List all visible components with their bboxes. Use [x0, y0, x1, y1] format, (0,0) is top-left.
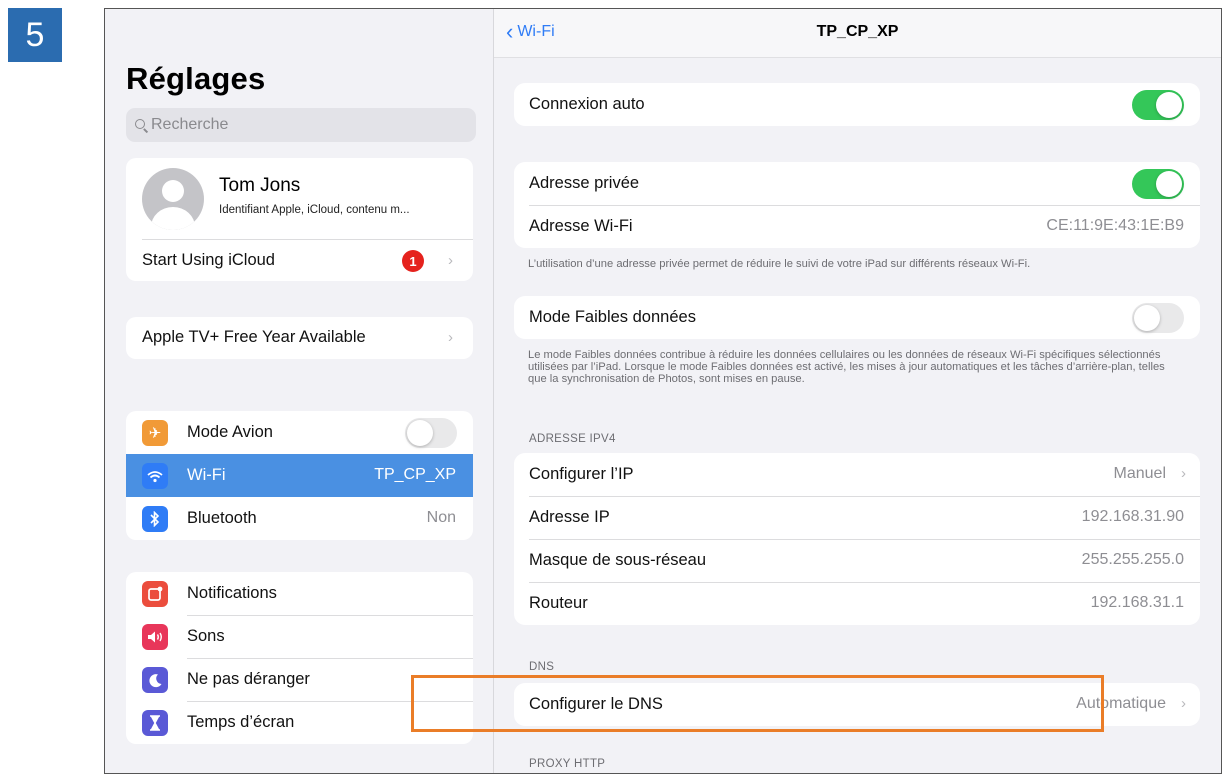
airplane-mode-toggle[interactable] [405, 418, 457, 448]
speaker-icon [142, 624, 168, 650]
moon-icon [142, 667, 168, 693]
private-address-note: L’utilisation d’une adresse privée perme… [528, 258, 1031, 270]
airplane-icon: ✈ [142, 420, 168, 446]
auto-join-card: Connexion auto [514, 83, 1200, 126]
low-data-note: Le mode Faibles données contribue à rédu… [528, 349, 1165, 385]
notifications-icon [142, 581, 168, 607]
subnet-mask-value: 255.255.255.0 [1081, 551, 1184, 568]
sidebar-item-sounds[interactable]: Sons [126, 615, 473, 658]
low-data-card: Mode Faibles données [514, 296, 1200, 339]
step-number-badge: 5 [8, 8, 62, 62]
settings-sidebar: Réglages Recherche Tom Jons Identifiant … [105, 9, 494, 773]
wifi-detail-pane: ‹ Wi-Fi TP_CP_XP Connexion auto Adresse … [494, 9, 1221, 773]
configure-dns-value: Automatique [1076, 695, 1166, 712]
private-address-label: Adresse privée [529, 174, 640, 192]
search-icon [135, 119, 147, 131]
apple-tv-promo-row[interactable]: Apple TV+ Free Year Available › [126, 317, 473, 359]
router-value: 192.168.31.1 [1090, 594, 1184, 611]
page-title: TP_CP_XP [816, 23, 899, 40]
start-icloud-row[interactable]: Start Using iCloud 1 › [126, 240, 473, 281]
dns-section-header: DNS [529, 661, 555, 673]
wifi-icon [142, 463, 168, 489]
ipv4-card: Configurer l’IP Manuel › Adresse IP 192.… [514, 453, 1200, 625]
auto-join-toggle[interactable] [1132, 90, 1184, 120]
sidebar-item-wifi[interactable]: Wi-Fi TP_CP_XP [126, 454, 473, 497]
apple-tv-promo-label: Apple TV+ Free Year Available [142, 328, 366, 346]
start-icloud-label: Start Using iCloud [142, 251, 275, 269]
bluetooth-value: Non [426, 509, 456, 526]
configure-ip-row[interactable]: Configurer l’IP Manuel › [514, 453, 1200, 496]
router-row: Routeur 192.168.31.1 [514, 582, 1200, 625]
router-label: Routeur [529, 594, 588, 612]
sidebar-item-label: Ne pas déranger [187, 670, 310, 688]
bluetooth-icon [142, 506, 168, 532]
ipv4-section-header: ADRESSE IPV4 [529, 433, 616, 445]
low-data-row: Mode Faibles données [514, 296, 1200, 339]
sidebar-item-label: Wi-Fi [187, 466, 226, 484]
dns-card: Configurer le DNS Automatique › [514, 683, 1200, 726]
search-placeholder: Recherche [151, 116, 229, 133]
wifi-address-label: Adresse Wi-Fi [529, 217, 633, 235]
notification-badge: 1 [402, 250, 424, 272]
sidebar-item-bluetooth[interactable]: Bluetooth Non [126, 497, 473, 540]
configure-ip-value: Manuel [1113, 465, 1166, 482]
chevron-right-icon: › [1181, 465, 1186, 482]
low-data-toggle[interactable] [1132, 303, 1184, 333]
profile-name: Tom Jons [219, 175, 301, 196]
subnet-mask-row: Masque de sous-réseau 255.255.255.0 [514, 539, 1200, 582]
private-address-card: Adresse privée Adresse Wi-Fi CE:11:9E:43… [514, 162, 1200, 248]
sidebar-item-screen-time[interactable]: Temps d’écran [126, 701, 473, 744]
chevron-right-icon: › [448, 252, 453, 269]
private-address-toggle[interactable] [1132, 169, 1184, 199]
system-group: Notifications Sons Ne pas déranger Temps… [126, 572, 473, 744]
sidebar-item-airplane-mode[interactable]: ✈ Mode Avion [126, 411, 473, 454]
profile-subtitle: Identifiant Apple, iCloud, contenu m... [219, 204, 410, 216]
ip-address-value: 192.168.31.90 [1081, 508, 1184, 525]
sidebar-item-label: Mode Avion [187, 423, 273, 441]
wifi-address-value: CE:11:9E:43:1E:B9 [1046, 217, 1184, 234]
private-address-row: Adresse privée [514, 162, 1200, 205]
chevron-right-icon: › [448, 329, 453, 346]
configure-dns-row[interactable]: Configurer le DNS Automatique › [514, 683, 1200, 726]
configure-ip-label: Configurer l’IP [529, 465, 634, 483]
apple-id-card[interactable]: Tom Jons Identifiant Apple, iCloud, cont… [126, 158, 473, 281]
sidebar-item-notifications[interactable]: Notifications [126, 572, 473, 615]
search-field[interactable]: Recherche [126, 108, 476, 142]
wifi-address-row: Adresse Wi-Fi CE:11:9E:43:1E:B9 [514, 205, 1200, 248]
proxy-section-header: PROXY HTTP [529, 758, 606, 770]
sidebar-title: Réglages [126, 61, 266, 96]
sidebar-item-label: Notifications [187, 584, 277, 602]
sidebar-item-do-not-disturb[interactable]: Ne pas déranger [126, 658, 473, 701]
wifi-network-value: TP_CP_XP [374, 466, 456, 483]
navigation-bar: ‹ Wi-Fi TP_CP_XP [494, 9, 1221, 58]
auto-join-label: Connexion auto [529, 95, 645, 113]
ip-address-row: Adresse IP 192.168.31.90 [514, 496, 1200, 539]
configure-dns-label: Configurer le DNS [529, 695, 663, 713]
subnet-mask-label: Masque de sous-réseau [529, 551, 707, 569]
connectivity-group: ✈ Mode Avion Wi-Fi TP_CP_XP Bluetooth No… [126, 411, 473, 540]
sidebar-item-label: Sons [187, 627, 225, 645]
ip-address-label: Adresse IP [529, 508, 610, 526]
avatar [142, 168, 204, 230]
sidebar-item-label: Temps d’écran [187, 713, 295, 731]
sidebar-item-label: Bluetooth [187, 509, 257, 527]
ipad-screen: Réglages Recherche Tom Jons Identifiant … [104, 8, 1222, 774]
low-data-label: Mode Faibles données [529, 308, 696, 326]
auto-join-row: Connexion auto [514, 83, 1200, 126]
hourglass-icon [142, 710, 168, 736]
chevron-right-icon: › [1181, 695, 1186, 712]
